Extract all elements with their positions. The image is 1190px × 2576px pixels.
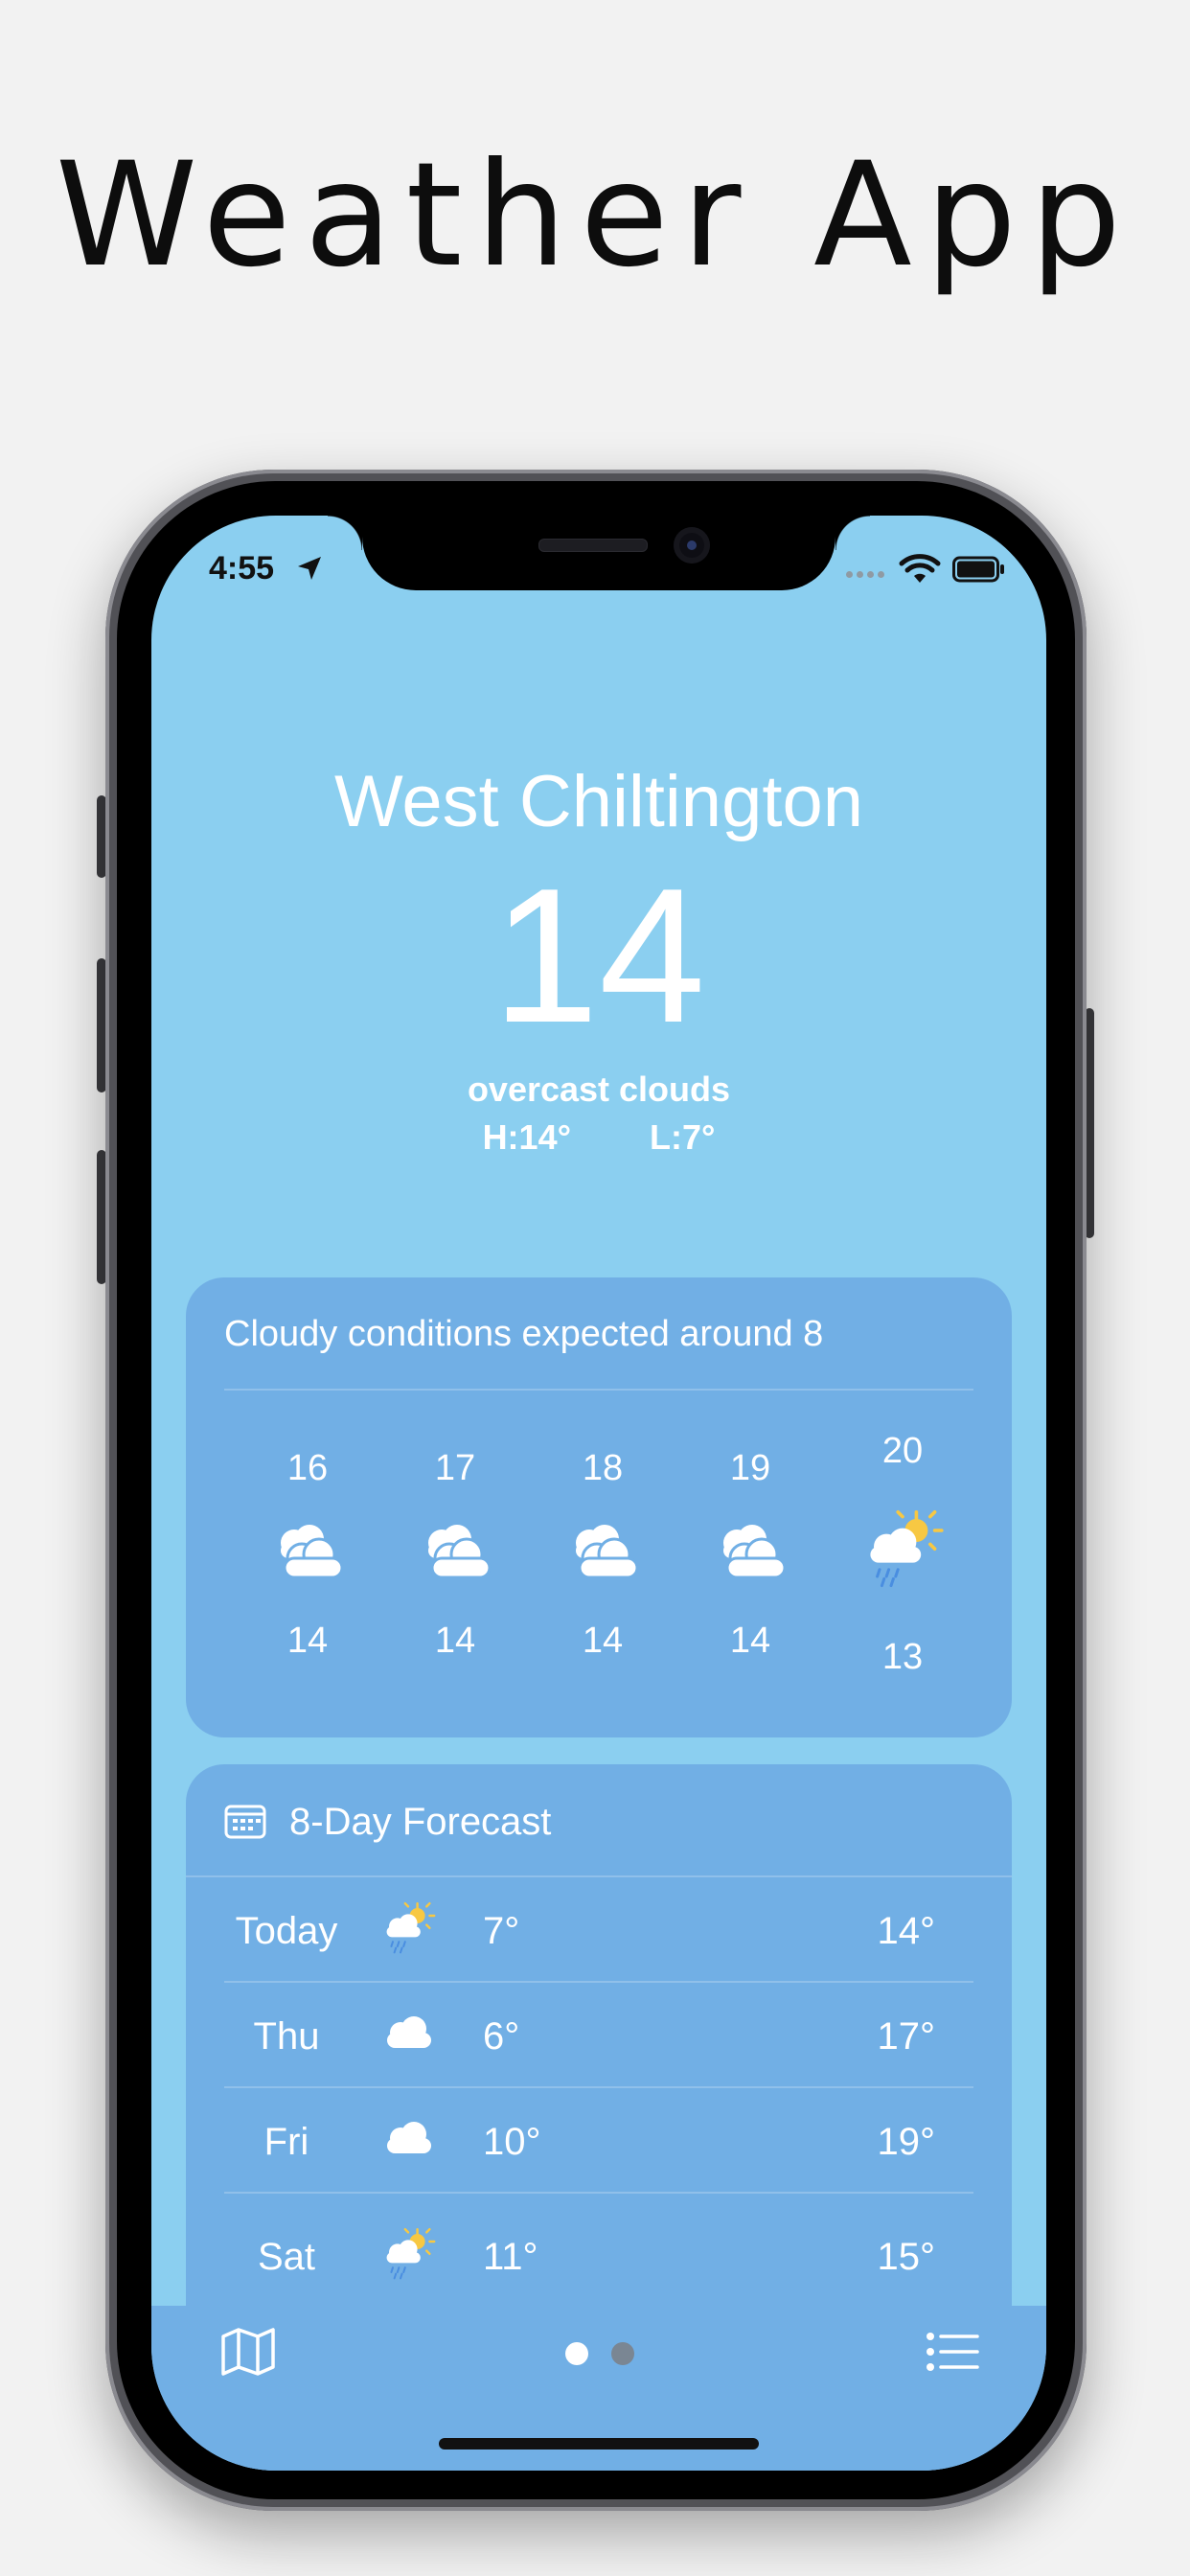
wifi-icon (899, 554, 941, 583)
weather-description: overcast clouds (467, 1070, 731, 1109)
front-camera (674, 527, 710, 564)
bottom-toolbar (151, 2306, 1046, 2471)
hour-label: 16 (286, 1448, 329, 1488)
cloud-icon (723, 1525, 787, 1579)
status-time: 4:55 (209, 550, 275, 586)
notch (328, 516, 870, 590)
forecast-day: Thu (253, 2015, 320, 2058)
cloud-icon (576, 1525, 639, 1579)
forecast-high: 17° (877, 2015, 936, 2058)
home-indicator[interactable] (439, 2438, 759, 2450)
signal-dots-icon (846, 565, 892, 578)
hour-label: 19 (729, 1448, 771, 1488)
forecast-day: Today (235, 1910, 338, 1952)
list-icon[interactable] (926, 2331, 979, 2373)
divider (224, 1389, 973, 1391)
phone-screen: 4:55 West Chiltington 14 overcast clouds… (151, 516, 1046, 2471)
forecast-low: 7° (483, 1910, 520, 1952)
high-low-row: H:14° L:7° (151, 1117, 1046, 1158)
page-dot[interactable] (611, 2342, 634, 2365)
location-arrow-icon (298, 557, 321, 580)
sun-rain-icon (386, 2228, 436, 2280)
forecast-low: 11° (483, 2236, 538, 2278)
cloud-icon (387, 2122, 431, 2153)
hourly-summary: Cloudy conditions expected around 8 (224, 1314, 824, 1354)
hour-temperature: 14 (729, 1621, 771, 1661)
hour-temperature: 14 (434, 1621, 476, 1661)
forecast-low: 10° (483, 2121, 541, 2163)
sun-rain-icon (870, 1510, 944, 1588)
sun-rain-icon (386, 1902, 436, 1954)
forecast-high: 19° (877, 2121, 936, 2163)
page-dot-active[interactable] (565, 2342, 588, 2365)
forecast-day: Fri (263, 2121, 309, 2163)
forecast-row[interactable]: Fri 10° 19° (224, 2088, 973, 2194)
battery-icon (952, 556, 1004, 583)
forecast-day: Sat (257, 2236, 316, 2278)
map-icon[interactable] (220, 2327, 276, 2377)
promo-title: Weather App (55, 132, 1135, 299)
forecast-row[interactable]: Thu 6° 17° (224, 1983, 973, 2088)
forecast-row[interactable]: Today 7° 14° (224, 1877, 973, 1983)
forecast-row[interactable]: Sat 11° 15° (224, 2194, 973, 2299)
cloud-icon (387, 2016, 431, 2048)
forecast-low: 6° (483, 2015, 520, 2058)
hour-temperature: 14 (286, 1621, 329, 1661)
low-temperature: L:7° (650, 1117, 716, 1157)
forecast-high: 15° (877, 2236, 936, 2278)
cloud-icon (281, 1525, 344, 1579)
hour-temperature: 13 (881, 1637, 924, 1677)
cloud-icon (428, 1525, 492, 1579)
hourly-forecast-card[interactable]: Cloudy conditions expected around 8 16 1… (186, 1277, 1012, 1737)
hour-label: 20 (881, 1431, 924, 1471)
hour-temperature: 14 (582, 1621, 624, 1661)
current-temperature: 14 (492, 849, 706, 1063)
forecast-title: 8-Day Forecast (289, 1801, 552, 1843)
high-temperature: H:14° (482, 1117, 571, 1157)
city-name: West Chiltington (334, 761, 863, 842)
calendar-icon (224, 1805, 266, 1839)
forecast-high: 14° (877, 1910, 936, 1952)
speaker-grille (538, 539, 648, 552)
hour-label: 17 (434, 1448, 476, 1488)
hour-label: 18 (582, 1448, 624, 1488)
